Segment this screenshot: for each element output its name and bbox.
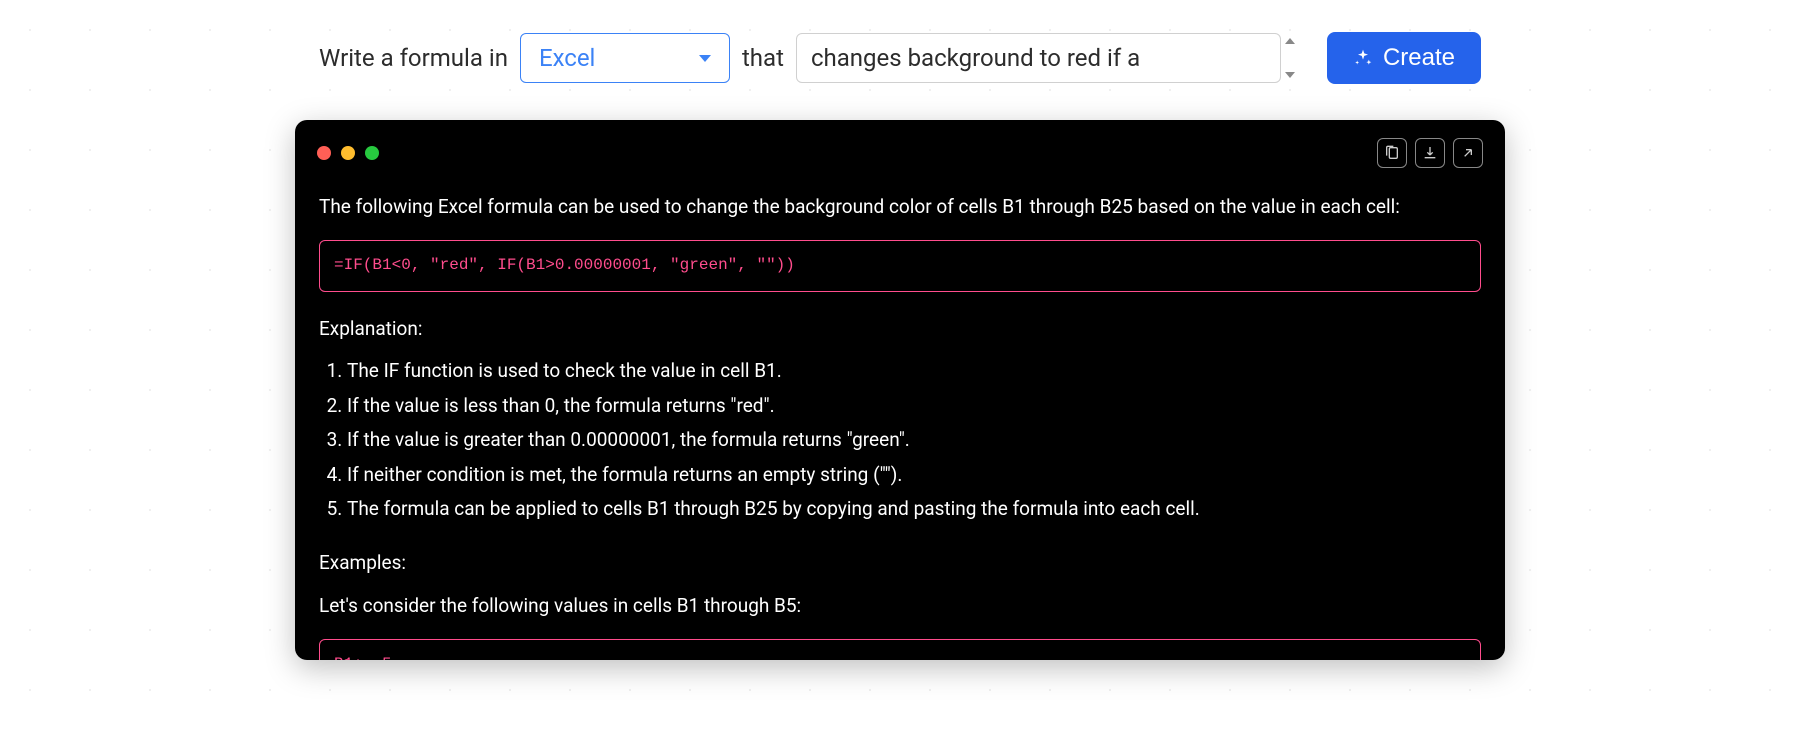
expand-button[interactable] [1453,138,1483,168]
list-item: The IF function is used to check the val… [347,356,1481,386]
result-console: The following Excel formula can be used … [295,120,1505,660]
explanation-label: Explanation: [319,314,1481,344]
create-button[interactable]: Create [1327,32,1481,84]
explanation-list: The IF function is used to check the val… [319,356,1481,524]
console-body[interactable]: The following Excel formula can be used … [295,178,1505,660]
traffic-light-red-icon [317,146,331,160]
external-link-icon [1460,145,1476,161]
copy-button[interactable] [1377,138,1407,168]
traffic-light-yellow-icon [341,146,355,160]
input-spinner[interactable] [1285,38,1295,78]
clipboard-icon [1384,145,1400,161]
download-button[interactable] [1415,138,1445,168]
console-header [295,120,1505,178]
example-code: B1: -5 B2: 0 [319,639,1481,660]
examples-label: Examples: [319,548,1481,578]
list-item: The formula can be applied to cells B1 t… [347,494,1481,524]
traffic-lights [317,146,379,160]
formula-code: =IF(B1<0, "red", IF(B1>0.00000001, "gree… [319,240,1481,292]
prompt-prefix: Write a formula in [319,44,508,72]
create-label: Create [1383,44,1455,72]
list-item: If the value is less than 0, the formula… [347,391,1481,421]
spinner-up-icon[interactable] [1285,38,1295,44]
spinner-down-icon[interactable] [1285,72,1295,78]
traffic-light-green-icon [365,146,379,160]
dropdown-value: Excel [539,44,595,72]
download-icon [1422,145,1438,161]
console-actions [1377,138,1483,168]
platform-dropdown[interactable]: Excel [520,33,730,83]
description-input[interactable] [796,33,1281,83]
examples-intro: Let's consider the following values in c… [319,591,1481,621]
chevron-down-icon [699,55,711,62]
list-item: If neither condition is met, the formula… [347,460,1481,490]
prompt-mid: that [742,44,784,72]
intro-text: The following Excel formula can be used … [319,192,1481,222]
description-wrap [796,33,1295,83]
prompt-bar: Write a formula in Excel that Create [0,0,1800,84]
list-item: If the value is greater than 0.00000001,… [347,425,1481,455]
sparkle-icon [1353,48,1373,68]
